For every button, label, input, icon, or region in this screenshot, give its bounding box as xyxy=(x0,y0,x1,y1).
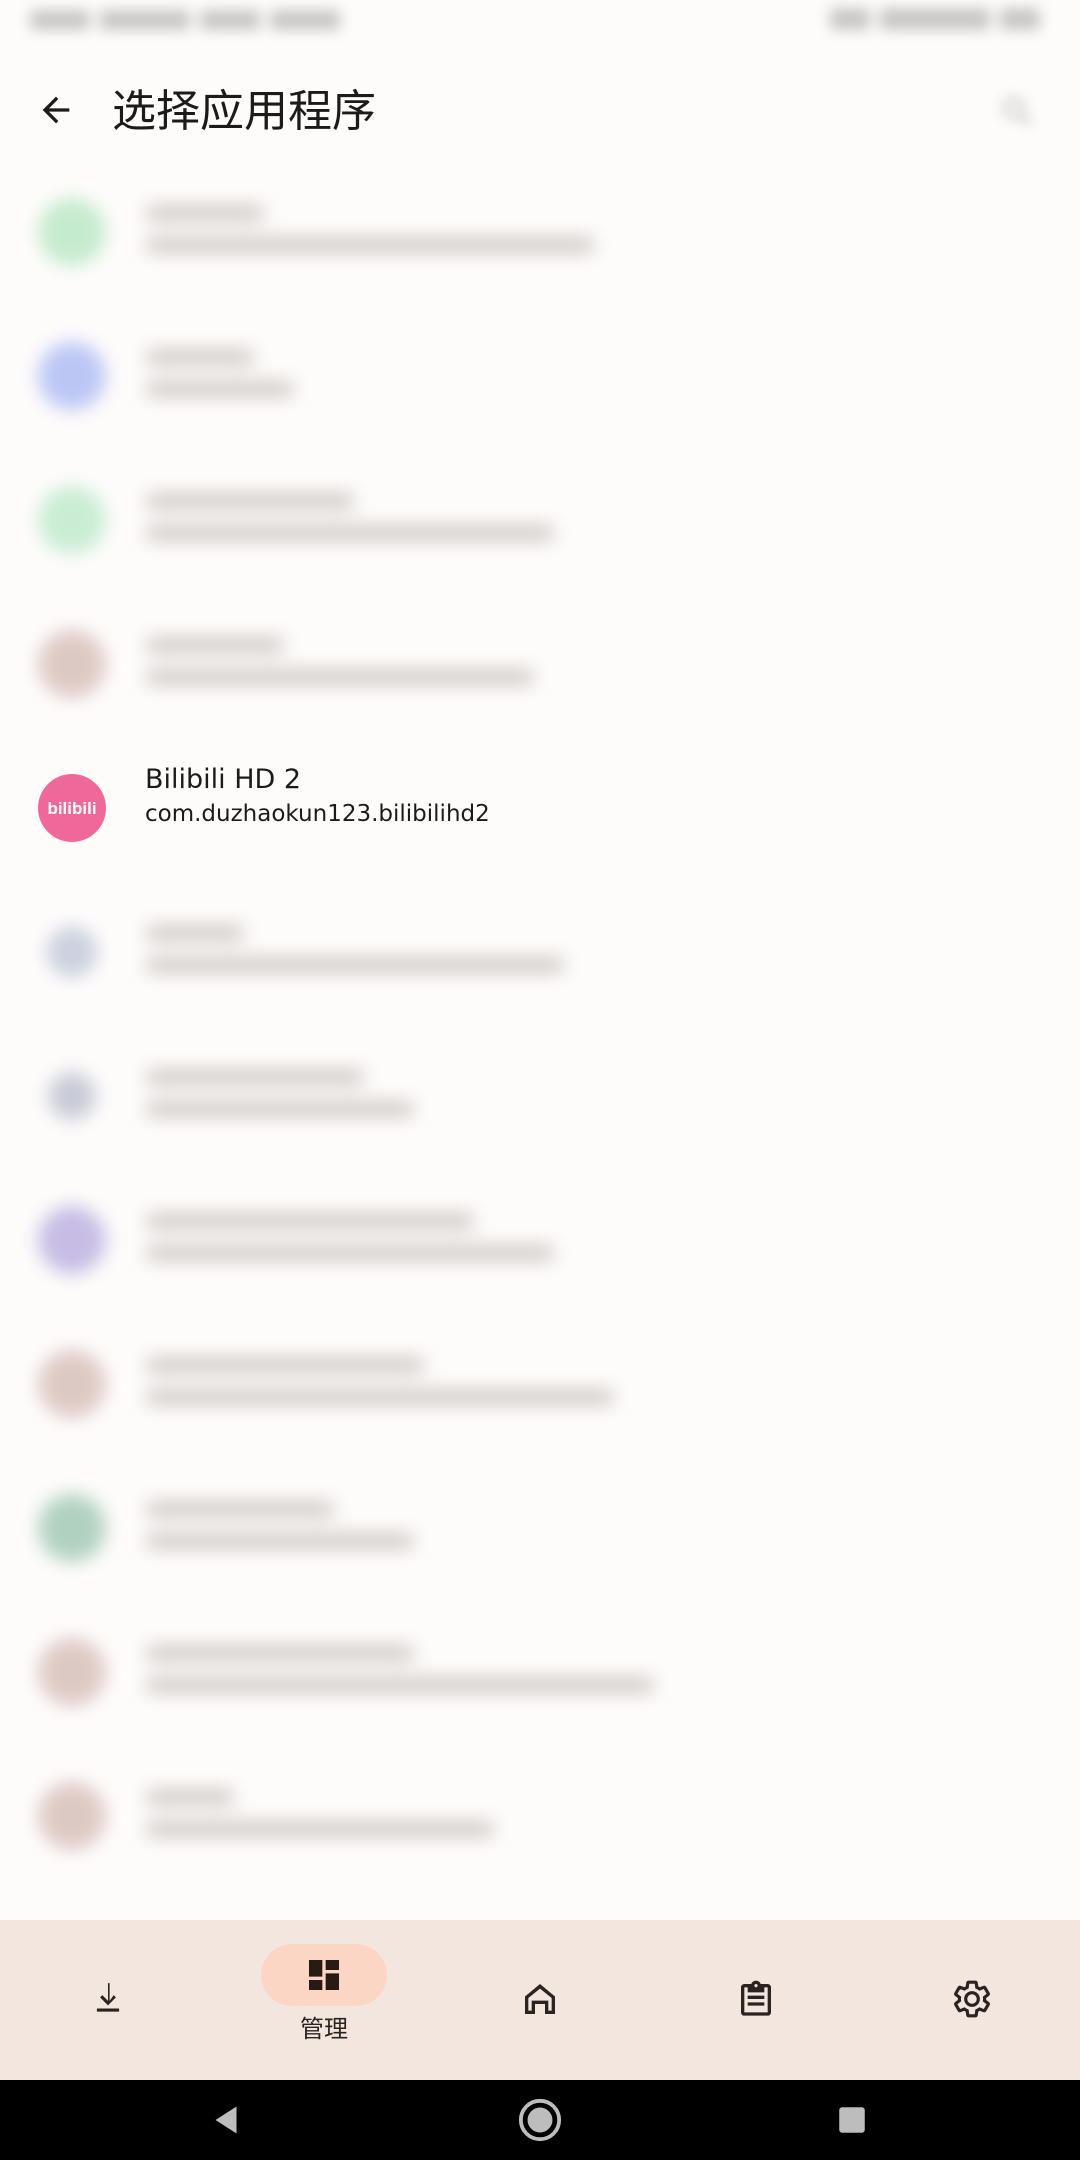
list-item[interactable] xyxy=(0,448,1080,592)
svg-text:bilibili: bilibili xyxy=(47,799,96,818)
list-item[interactable] xyxy=(0,1744,1080,1888)
list-item[interactable] xyxy=(0,304,1080,448)
nav-item-logs[interactable] xyxy=(648,1920,864,2080)
app-icon xyxy=(38,342,106,410)
search-icon xyxy=(1003,97,1033,127)
list-item[interactable] xyxy=(0,1600,1080,1744)
list-item[interactable] xyxy=(0,592,1080,736)
dashboard-icon xyxy=(309,1960,339,1990)
list-item[interactable] xyxy=(0,160,1080,304)
bilibili-logo-icon: bilibili xyxy=(38,774,106,842)
system-home-button[interactable] xyxy=(500,2080,580,2160)
nav-item-download[interactable] xyxy=(0,1920,216,2080)
system-recents-button[interactable] xyxy=(812,2080,892,2160)
back-triangle-icon xyxy=(215,2106,237,2134)
back-button[interactable] xyxy=(24,78,88,142)
app-icon xyxy=(48,1072,96,1120)
list-item[interactable] xyxy=(0,1024,1080,1168)
list-item[interactable] xyxy=(0,1456,1080,1600)
system-navigation-bar xyxy=(0,2080,1080,2160)
status-bar-left xyxy=(30,10,340,30)
home-icon xyxy=(525,1984,555,2014)
list-item[interactable] xyxy=(0,1312,1080,1456)
bottom-navigation: 管理 xyxy=(0,1920,1080,2080)
list-item[interactable] xyxy=(0,880,1080,1024)
page-title: 选择应用程序 xyxy=(112,86,376,137)
app-icon xyxy=(38,1638,106,1706)
clipboard-icon xyxy=(741,1980,771,2016)
system-back-button[interactable] xyxy=(186,2080,266,2160)
home-circle-icon xyxy=(518,2098,562,2142)
app-icon xyxy=(38,1782,106,1850)
settings-icon xyxy=(954,1980,990,2018)
recents-square-icon xyxy=(839,2107,865,2133)
app-icon xyxy=(38,198,106,266)
app-icon xyxy=(38,1206,106,1274)
nav-item-home[interactable] xyxy=(432,1920,648,2080)
download-icon xyxy=(96,1983,120,2012)
arrow-back-icon xyxy=(42,96,70,124)
nav-item-manage[interactable]: 管理 xyxy=(216,1920,432,2080)
nav-item-settings[interactable] xyxy=(864,1920,1080,2080)
nav-label-manage: 管理 xyxy=(300,2015,348,2043)
list-item-bilibili[interactable]: bilibili Bilibili HD 2 com.duzhaokun123.… xyxy=(0,736,1080,880)
app-icon xyxy=(38,486,106,554)
search-button[interactable] xyxy=(986,80,1050,144)
app-icon xyxy=(46,926,98,978)
app-name: Bilibili HD 2 xyxy=(145,764,302,795)
app-package: com.duzhaokun123.bilibilihd2 xyxy=(145,801,490,827)
list-item[interactable] xyxy=(0,1168,1080,1312)
app-icon xyxy=(38,1350,106,1418)
app-bar: 选择应用程序 xyxy=(0,60,1080,170)
app-icon xyxy=(38,1494,106,1562)
status-bar xyxy=(0,0,1080,50)
status-bar-right xyxy=(830,8,1040,30)
app-icon xyxy=(38,630,106,698)
